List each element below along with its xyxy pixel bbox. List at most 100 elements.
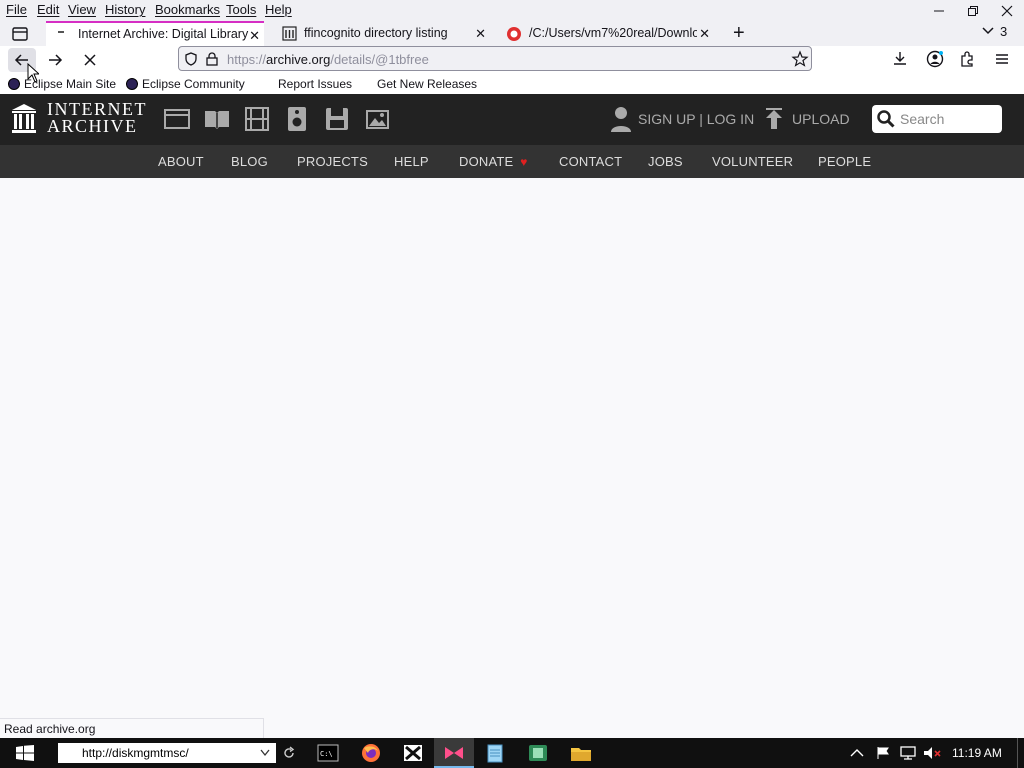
url-text[interactable]: https://archive.org/details/@1tbfree: [227, 52, 429, 67]
auth-link[interactable]: SIGN UP | LOG IN: [638, 111, 754, 127]
minimize-icon: [934, 10, 944, 11]
list-all-tabs-button[interactable]: 3: [982, 24, 1007, 39]
close-tab-icon[interactable]: ✕: [699, 26, 710, 42]
url-bar[interactable]: https://archive.org/details/@1tbfree: [178, 46, 812, 71]
app-menu-button[interactable]: [992, 49, 1012, 69]
software-icon[interactable]: [324, 106, 350, 132]
ia-header: [0, 94, 1024, 145]
chevron-down-icon: [982, 27, 994, 35]
forward-button[interactable]: [42, 48, 70, 72]
ia-logo-icon[interactable]: [10, 102, 38, 134]
downloads-button[interactable]: [890, 49, 910, 69]
eclipse-icon: [8, 78, 20, 90]
bookmark-get-new-releases[interactable]: Get New Releases: [377, 77, 477, 91]
nav-blog[interactable]: BLOG: [231, 154, 268, 169]
tab-title: ffincognito directory listing: [304, 26, 448, 40]
chevron-down-icon[interactable]: [260, 749, 270, 757]
restore-button[interactable]: [956, 0, 990, 21]
refresh-icon[interactable]: [282, 745, 296, 761]
notepad-icon[interactable]: [484, 743, 506, 763]
bookmark-eclipse-main-site[interactable]: Eclipse Main Site: [8, 77, 116, 91]
images-icon[interactable]: [364, 106, 390, 132]
tab-overview-button[interactable]: [10, 25, 30, 43]
firefox-view-icon: [12, 27, 28, 41]
menu-file[interactable]: File: [6, 2, 27, 17]
start-button[interactable]: [16, 745, 34, 761]
forward-arrow-icon: [49, 54, 63, 66]
firefox-icon[interactable]: [360, 743, 382, 763]
menu-edit[interactable]: Edit: [37, 2, 59, 17]
nav-volunteer[interactable]: VOLUNTEER: [712, 154, 793, 169]
tab-internet-archive[interactable]: Internet Archive: Digital Library ✕: [46, 21, 264, 46]
search-placeholder: Search: [900, 111, 945, 127]
nav-contact[interactable]: CONTACT: [559, 154, 622, 169]
ia-logo-text[interactable]: INTERNET ARCHIVE: [47, 100, 147, 135]
url-path: /details/@1tbfree: [330, 52, 429, 67]
bookmark-report-issues[interactable]: Report Issues: [278, 77, 352, 91]
extensions-button[interactable]: [958, 49, 978, 69]
sign-up-log-in[interactable]: SIGN UP | LOG IN: [610, 106, 754, 132]
puzzle-icon: [961, 51, 973, 67]
file-explorer-icon[interactable]: [570, 743, 592, 763]
network-icon[interactable]: [899, 745, 917, 761]
restore-icon: [968, 5, 978, 16]
taskbar: http://diskmgmtmsc/ C:\ 11:19 AM: [0, 738, 1024, 768]
upload-label: UPLOAD: [792, 111, 850, 127]
ia-nav-bar: ABOUT BLOG PROJECTS HELP DONATE ♥ CONTAC…: [0, 145, 1024, 178]
stop-button[interactable]: [76, 48, 104, 72]
tab-bar: Internet Archive: Digital Library ✕ ffin…: [0, 21, 1024, 46]
nav-people[interactable]: PEOPLE: [818, 154, 871, 169]
menu-help[interactable]: Help: [265, 2, 292, 17]
close-tab-icon[interactable]: ✕: [249, 28, 260, 44]
texts-icon[interactable]: [204, 106, 230, 132]
mouse-cursor-icon: [27, 63, 39, 83]
app-icon[interactable]: [527, 743, 549, 763]
plus-icon: +: [733, 22, 745, 44]
lock-icon: [206, 52, 218, 66]
tab-local-file[interactable]: /C:/Users/vm7%20real/Downloa ✕: [500, 21, 714, 46]
nav-about[interactable]: ABOUT: [158, 154, 204, 169]
eclipse-icon: [126, 78, 138, 90]
tab-directory-listing[interactable]: ffincognito directory listing ✕: [276, 21, 490, 46]
nav-projects[interactable]: PROJECTS: [297, 154, 368, 169]
video-icon[interactable]: [244, 106, 270, 132]
audio-icon[interactable]: [284, 106, 310, 132]
close-tab-icon[interactable]: ✕: [475, 26, 486, 42]
url-domain: archive.org: [266, 52, 331, 67]
volume-muted-icon[interactable]: [922, 745, 942, 761]
tab-title: /C:/Users/vm7%20real/Downloa: [529, 26, 697, 40]
heart-icon: ♥: [520, 155, 528, 169]
bookmark-label: Eclipse Community: [142, 77, 245, 91]
hamburger-icon: [996, 54, 1008, 64]
menu-history[interactable]: History: [105, 2, 145, 17]
close-window-button[interactable]: [990, 0, 1024, 21]
app-icon[interactable]: [402, 743, 424, 763]
menu-bookmarks[interactable]: Bookmarks: [155, 2, 220, 17]
loading-icon: [58, 31, 64, 33]
web-icon[interactable]: [164, 106, 190, 132]
menu-tools[interactable]: Tools: [226, 2, 256, 17]
bookmarks-toolbar: Eclipse Main Site Eclipse Community Repo…: [0, 74, 1024, 94]
minimize-button[interactable]: [922, 0, 956, 21]
chevron-up-icon[interactable]: [850, 748, 864, 758]
menu-view[interactable]: View: [68, 2, 96, 17]
show-desktop-button[interactable]: [1017, 738, 1018, 768]
bookmark-label: Get New Releases: [377, 77, 478, 91]
flag-icon[interactable]: [876, 746, 890, 760]
account-button[interactable]: [925, 49, 945, 69]
nav-donate[interactable]: DONATE ♥: [459, 154, 528, 169]
nav-jobs[interactable]: JOBS: [648, 154, 683, 169]
ia-search-input[interactable]: Search: [872, 105, 1002, 133]
cmd-icon[interactable]: C:\: [317, 743, 339, 763]
star-bookmark-icon[interactable]: [791, 50, 809, 68]
taskbar-address-bar[interactable]: http://diskmgmtmsc/: [58, 743, 276, 763]
new-tab-button[interactable]: +: [733, 23, 745, 43]
taskbar-active-app[interactable]: [434, 738, 474, 768]
app-icon: [445, 747, 463, 759]
bookmark-eclipse-community[interactable]: Eclipse Community: [126, 77, 245, 91]
clock[interactable]: 11:19 AM: [952, 746, 1002, 760]
nav-donate-label: DONATE: [459, 154, 514, 169]
upload-button[interactable]: UPLOAD: [764, 108, 850, 130]
nav-help[interactable]: HELP: [394, 154, 429, 169]
archive-favicon-icon: [282, 26, 297, 41]
